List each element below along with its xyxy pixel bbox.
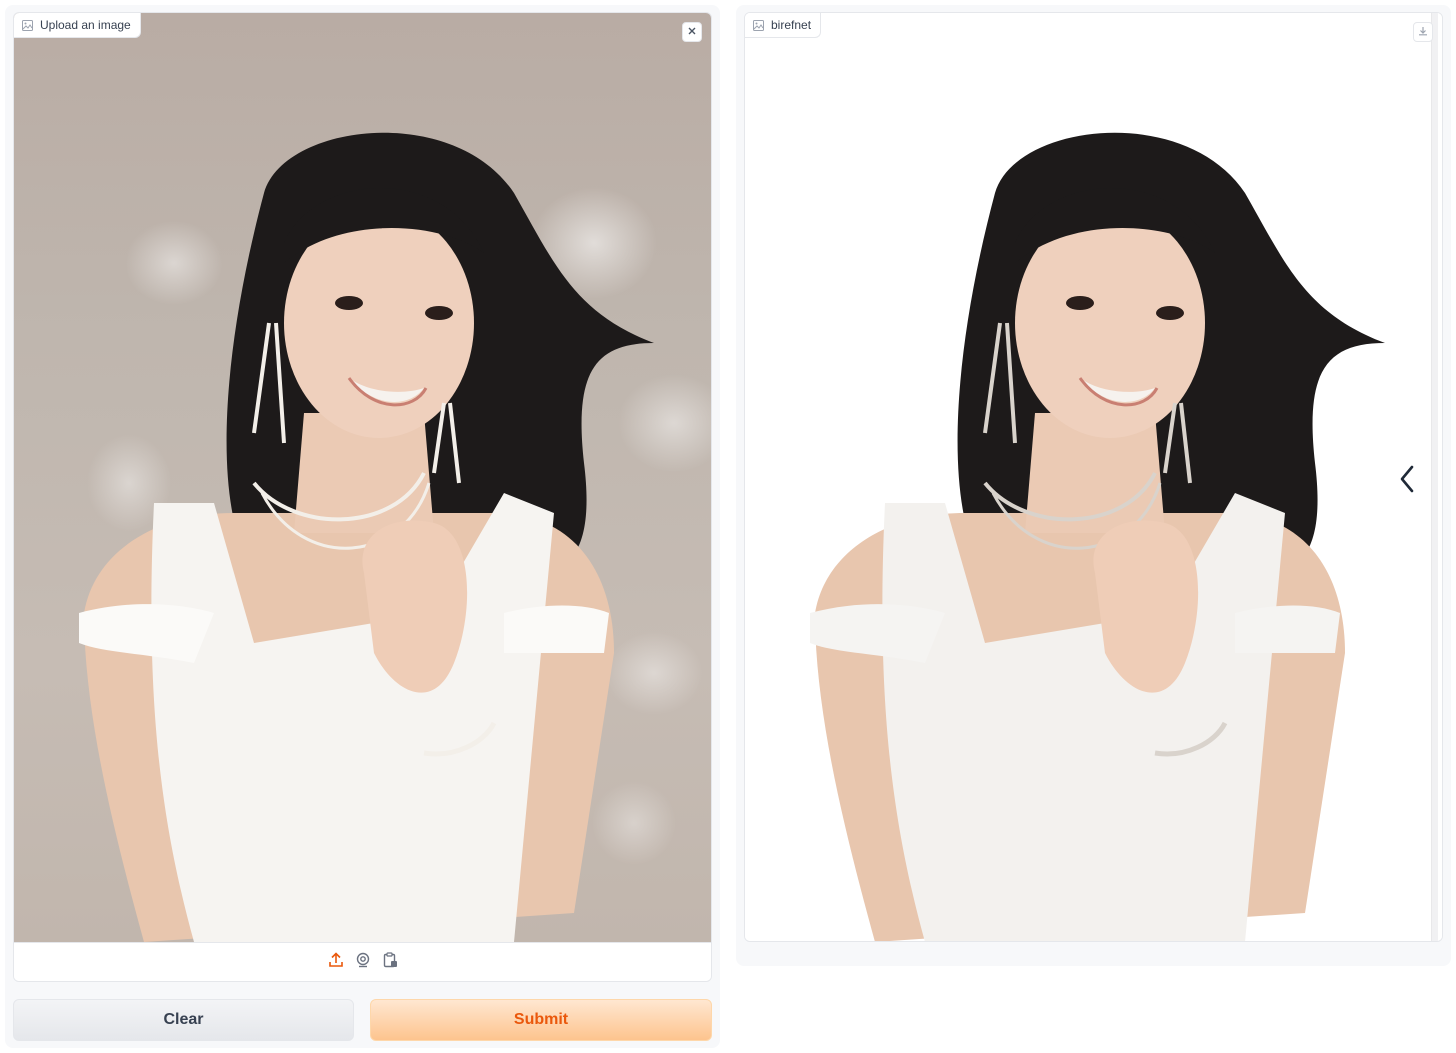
webcam-source-button[interactable] (354, 952, 371, 973)
chevron-left-icon (1399, 464, 1415, 499)
input-image (14, 13, 711, 942)
image-icon (753, 19, 764, 31)
image-icon (22, 19, 33, 31)
clipboard-icon (382, 952, 398, 973)
output-image (745, 13, 1442, 941)
download-button[interactable] (1413, 22, 1433, 42)
close-icon (687, 23, 697, 41)
upload-icon (328, 952, 344, 973)
image-input[interactable]: Upload an image (13, 12, 712, 982)
input-column: Upload an image Clear Submit (5, 5, 720, 1048)
cutout-illustration (810, 132, 1385, 941)
action-row: Clear Submit (13, 999, 712, 1041)
output-column: birefnet (736, 5, 1451, 966)
webcam-icon (355, 952, 371, 973)
submit-button[interactable]: Submit (370, 999, 712, 1041)
output-label: birefnet (745, 13, 822, 38)
portrait-illustration (79, 132, 654, 942)
source-selection (14, 942, 711, 981)
output-label-text: birefnet (771, 18, 812, 32)
clear-image-button[interactable] (682, 22, 702, 42)
image-output: birefnet (744, 12, 1443, 942)
clipboard-source-button[interactable] (381, 952, 398, 973)
clear-button[interactable]: Clear (13, 999, 354, 1041)
scrollbar[interactable] (1431, 13, 1438, 941)
upload-source-button[interactable] (327, 952, 344, 973)
previous-image-button[interactable] (1395, 465, 1419, 497)
input-label: Upload an image (14, 13, 141, 38)
download-icon (1418, 23, 1428, 41)
input-label-text: Upload an image (40, 18, 131, 32)
